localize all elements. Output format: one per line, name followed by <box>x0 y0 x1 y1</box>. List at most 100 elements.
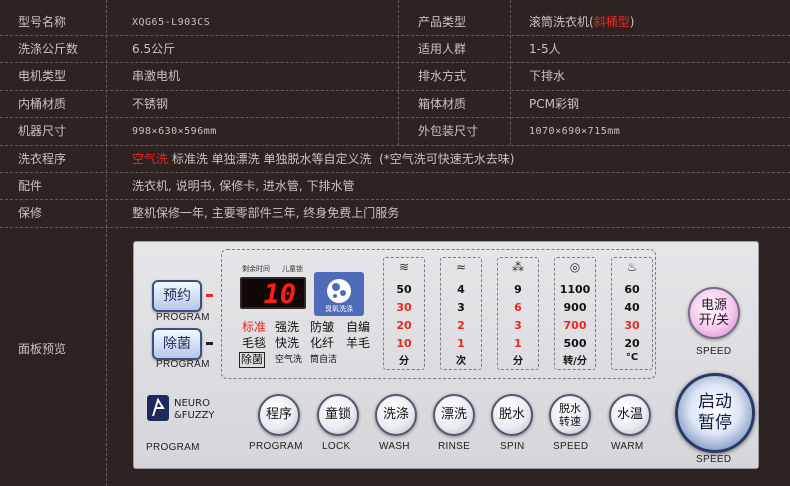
spin-speed-button[interactable]: 脱水 转速 <box>549 394 591 436</box>
temperature-value: 20 <box>624 337 640 350</box>
program-drum-clean: 筒自洁 <box>310 355 338 365</box>
spec-value: 整机保修一年, 主要零部件三年, 终身免费上门服务 <box>132 206 400 220</box>
spec-value: 不锈钢 <box>132 97 169 111</box>
row-divider <box>0 227 790 228</box>
control-panel: 预约 PROGRAM 除菌 PROGRAM 剩余时间 儿童锁 10 臭氧洗涤 标… <box>133 241 759 469</box>
spec-value: 998×630×596mm <box>132 126 217 137</box>
bubble-icon <box>327 279 351 303</box>
spec-label: 配件 <box>18 179 43 193</box>
program-sterilize: 除菌 <box>239 352 265 368</box>
reserve-button[interactable]: 预约 <box>152 280 202 312</box>
panel-preview-label: 面板预览 <box>18 342 67 356</box>
spec-label: 箱体材质 <box>418 97 467 111</box>
spec-value: 下排水 <box>529 69 566 83</box>
spin-speed-label: 转速 <box>559 415 581 428</box>
start-pause-button[interactable]: 启动 暂停 <box>675 373 755 453</box>
spin-time-value: 9 <box>514 283 522 296</box>
temperature-icon: ♨ <box>626 260 638 274</box>
spec-value: 1-5人 <box>529 42 561 56</box>
program-anti-wrinkle: 防皱 <box>310 320 335 334</box>
wash-time-column: ≋ 50 30 20 10 分 <box>383 257 425 370</box>
temperature-value: 30 <box>624 319 640 332</box>
spec-label: 洗衣程序 <box>18 152 67 166</box>
rinse-value: 2 <box>457 319 465 332</box>
water-temp-caption: WARM <box>611 441 644 452</box>
power-label: 开/关 <box>698 313 730 328</box>
program-standard: 标准 <box>242 320 267 334</box>
reserve-caption: PROGRAM <box>156 312 210 323</box>
wash-time-value: 10 <box>396 337 412 350</box>
spec-row-warranty: 保修 整机保修一年, 主要零部件三年, 终身免费上门服务 <box>0 200 790 227</box>
spin-time-value: 6 <box>514 301 522 314</box>
spec-value: 洗衣机, 说明书, 保修卡, 进水管, 下排水管 <box>132 179 355 193</box>
spin-time-column: ⁂ 9 6 3 1 分 <box>497 257 539 370</box>
sterilize-indicator <box>206 342 213 345</box>
spin-time-icon: ⁂ <box>512 260 524 274</box>
spec-label: 产品类型 <box>418 15 467 29</box>
spin-button[interactable]: 脱水 <box>491 394 533 436</box>
temperature-unit: °C <box>625 352 639 363</box>
spec-row-material: 内桶材质 不锈钢 箱体材质 PCM彩钢 <box>0 91 790 118</box>
power-label: 电源 <box>700 298 727 313</box>
spec-value: 1070×690×715mm <box>529 126 621 137</box>
start-caption: SPEED <box>696 454 732 465</box>
wash-time-value: 30 <box>396 301 412 314</box>
wash-time-value: 20 <box>396 319 412 332</box>
speed-value: 500 <box>563 337 587 350</box>
time-display: 10 <box>240 277 306 310</box>
wash-time-value: 50 <box>396 283 412 296</box>
remaining-time-label: 剩余时间 <box>242 265 270 273</box>
rinse-caption: RINSE <box>438 441 471 452</box>
spec-label: 机器尺寸 <box>18 124 67 138</box>
program-strong: 强洗 <box>275 320 300 334</box>
spin-caption: SPIN <box>500 441 525 452</box>
temperature-value: 40 <box>624 301 640 314</box>
spin-time-value: 1 <box>514 337 522 350</box>
brand-line2: &FUZZY <box>174 410 215 421</box>
sterilize-button[interactable]: 除菌 <box>152 328 202 360</box>
spin-speed-caption: SPEED <box>553 441 589 452</box>
rinse-value: 4 <box>457 283 465 296</box>
neuro-fuzzy-logo: NEURO &FUZZY <box>146 392 226 428</box>
rinse-icon: ≈ <box>455 260 467 274</box>
program-custom: 自编 <box>346 320 371 334</box>
program-air-wash: 空气洗 <box>275 355 303 365</box>
speed-icon: ◎ <box>569 260 581 274</box>
speed-column: ◎ 1100 900 700 500 转/分 <box>554 257 596 370</box>
spec-label: 适用人群 <box>418 42 467 56</box>
spec-value: PCM彩钢 <box>529 97 579 111</box>
spec-row-size: 机器尺寸 998×630×596mm 外包装尺寸 1070×690×715mm <box>0 118 790 145</box>
power-button[interactable]: 电源 开/关 <box>688 287 740 339</box>
spec-label: 排水方式 <box>418 69 467 83</box>
spec-label: 电机类型 <box>18 69 67 83</box>
lock-caption: LOCK <box>322 441 351 452</box>
wash-button[interactable]: 洗涤 <box>375 394 417 436</box>
program-button[interactable]: 程序 <box>258 394 300 436</box>
speed-value: 1100 <box>559 283 591 296</box>
lock-button[interactable]: 童锁 <box>317 394 359 436</box>
spec-row-programs: 洗衣程序 空气洗 标准洗 单独漂洗 单独脱水等自定义洗 (*空气洗可快速无水去味… <box>0 146 790 173</box>
speed-value: 900 <box>563 301 587 314</box>
spec-label: 洗涤公斤数 <box>18 42 79 56</box>
pause-label: 暂停 <box>698 413 732 433</box>
spec-row-motor: 电机类型 串激电机 排水方式 下排水 <box>0 63 790 90</box>
water-temp-button[interactable]: 水温 <box>609 394 651 436</box>
spec-value: 滚筒洗衣机(斜桶型) <box>529 15 635 29</box>
spec-row-model: 型号名称 XQG65-L903CS 产品类型 滚筒洗衣机(斜桶型) <box>0 9 790 36</box>
reserve-indicator <box>206 294 213 297</box>
spec-label: 保修 <box>18 206 43 220</box>
spec-label: 内桶材质 <box>18 97 67 111</box>
brand-line1: NEURO <box>174 398 210 409</box>
spec-row-capacity: 洗涤公斤数 6.5公斤 适用人群 1-5人 <box>0 36 790 63</box>
rinse-button[interactable]: 漂洗 <box>433 394 475 436</box>
spec-value: 6.5公斤 <box>132 42 176 56</box>
rinse-value: 3 <box>457 301 465 314</box>
wash-caption: WASH <box>379 441 410 452</box>
spec-row-accessories: 配件 洗衣机, 说明书, 保修卡, 进水管, 下排水管 <box>0 173 790 200</box>
spec-label: 型号名称 <box>18 15 67 29</box>
spec-value: XQG65-L903CS <box>132 17 211 28</box>
program-wool: 羊毛 <box>346 336 371 350</box>
brand-caption: PROGRAM <box>146 442 200 453</box>
wash-time-icon: ≋ <box>398 260 410 274</box>
spin-time-value: 3 <box>514 319 522 332</box>
